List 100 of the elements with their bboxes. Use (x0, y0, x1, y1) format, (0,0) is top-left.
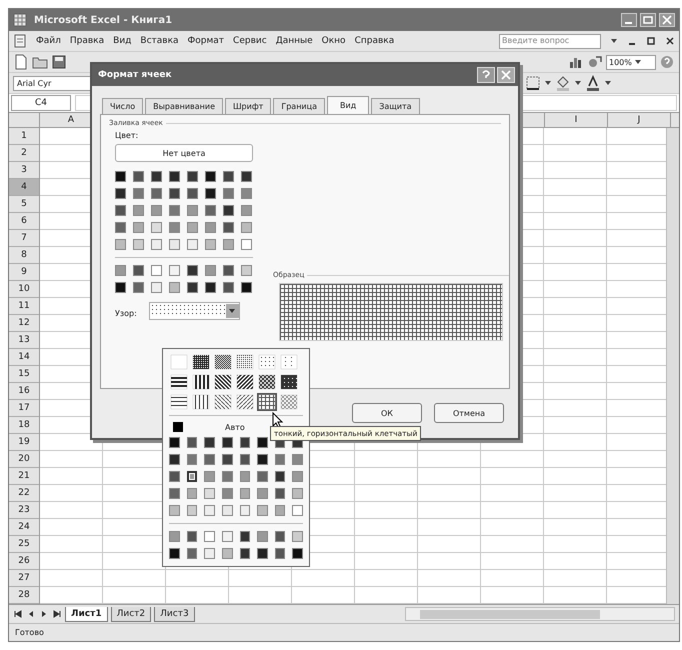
color-swatch[interactable] (204, 488, 215, 499)
color-swatch[interactable] (204, 454, 215, 465)
row-header[interactable]: 1 (9, 128, 39, 145)
color-swatch[interactable] (240, 471, 250, 482)
menu-item[interactable]: Формат (188, 36, 224, 46)
drawing-icon[interactable] (587, 54, 603, 70)
color-swatch[interactable] (133, 282, 144, 293)
row-header[interactable]: 8 (9, 247, 39, 264)
color-swatch[interactable] (223, 239, 234, 250)
row-header[interactable]: 6 (9, 213, 39, 230)
dialog-tab[interactable]: Шрифт (225, 98, 272, 114)
row-header[interactable]: 24 (9, 519, 39, 536)
save-icon[interactable] (51, 54, 67, 70)
pattern-option[interactable] (169, 373, 189, 391)
color-swatch[interactable] (169, 548, 180, 559)
color-swatch[interactable] (187, 265, 198, 276)
color-swatch[interactable] (240, 454, 250, 465)
color-swatch[interactable] (241, 222, 252, 233)
row-header[interactable]: 4 (9, 179, 39, 196)
pattern-dropdown[interactable] (148, 302, 240, 320)
color-swatch[interactable] (169, 239, 180, 250)
dropdown-arrow-icon[interactable] (610, 37, 618, 45)
horizontal-scrollbar[interactable] (405, 607, 675, 621)
color-swatch[interactable] (151, 282, 162, 293)
color-swatch[interactable] (186, 471, 198, 482)
color-swatch[interactable] (241, 265, 252, 276)
auto-label[interactable]: Авто (225, 422, 245, 432)
color-swatch[interactable] (205, 265, 216, 276)
color-swatch[interactable] (240, 437, 250, 448)
row-header[interactable]: 20 (9, 451, 39, 468)
restore-icon[interactable] (646, 36, 656, 46)
color-swatch[interactable] (187, 171, 198, 182)
row-header[interactable]: 11 (9, 298, 39, 315)
color-swatch[interactable] (204, 531, 215, 542)
color-swatch[interactable] (186, 505, 198, 516)
row-header[interactable]: 14 (9, 349, 39, 366)
color-swatch[interactable] (187, 188, 198, 199)
color-swatch[interactable] (241, 171, 252, 182)
row-header[interactable]: 10 (9, 281, 39, 298)
color-swatch[interactable] (204, 505, 215, 516)
color-swatch[interactable] (240, 548, 250, 559)
color-swatch[interactable] (222, 488, 232, 499)
color-swatch[interactable] (240, 531, 250, 542)
color-swatch[interactable] (187, 239, 198, 250)
new-document-icon[interactable] (13, 54, 29, 70)
color-swatch[interactable] (223, 188, 234, 199)
color-swatch[interactable] (133, 171, 144, 182)
last-sheet-icon[interactable] (52, 609, 62, 619)
menu-item[interactable]: Справка (354, 36, 394, 46)
color-swatch[interactable] (222, 505, 232, 516)
color-swatch[interactable] (186, 437, 198, 448)
row-header[interactable]: 18 (9, 417, 39, 434)
color-swatch[interactable] (151, 188, 162, 199)
menu-item[interactable]: Файл (36, 36, 61, 46)
close-icon[interactable] (665, 36, 675, 46)
color-swatch[interactable] (133, 239, 144, 250)
dialog-tab[interactable]: Число (102, 98, 144, 114)
row-header[interactable]: 7 (9, 230, 39, 247)
color-swatch[interactable] (151, 222, 162, 233)
pattern-option[interactable] (235, 353, 255, 371)
row-header[interactable]: 23 (9, 502, 39, 519)
color-swatch[interactable] (292, 505, 303, 516)
color-swatch[interactable] (186, 454, 198, 465)
color-swatch[interactable] (169, 222, 180, 233)
color-swatch[interactable] (169, 488, 180, 499)
color-swatch[interactable] (222, 454, 232, 465)
color-swatch[interactable] (169, 437, 180, 448)
row-header[interactable]: 9 (9, 264, 39, 281)
color-swatch[interactable] (222, 437, 232, 448)
color-swatch[interactable] (186, 548, 198, 559)
color-swatch[interactable] (133, 205, 144, 216)
color-swatch[interactable] (205, 171, 216, 182)
help-icon[interactable] (477, 67, 495, 83)
row-header[interactable]: 21 (9, 468, 39, 485)
color-swatch[interactable] (241, 239, 252, 250)
color-swatch[interactable] (292, 488, 303, 499)
pattern-option[interactable] (235, 393, 255, 411)
color-swatch[interactable] (222, 471, 233, 482)
column-header[interactable]: J (608, 113, 671, 127)
color-swatch[interactable] (292, 471, 303, 482)
color-swatch[interactable] (186, 488, 198, 499)
color-swatch[interactable] (257, 488, 268, 499)
sheet-tab[interactable]: Лист1 (65, 606, 108, 622)
menu-item[interactable]: Данные (276, 36, 313, 46)
color-swatch[interactable] (169, 282, 180, 293)
pattern-option[interactable] (191, 373, 211, 391)
color-swatch[interactable] (151, 265, 162, 276)
pattern-option[interactable] (235, 373, 255, 391)
row-header[interactable]: 27 (9, 570, 39, 587)
color-swatch[interactable] (204, 548, 215, 559)
pattern-option[interactable] (213, 393, 233, 411)
row-header[interactable]: 5 (9, 196, 39, 213)
color-swatch[interactable] (169, 188, 180, 199)
menu-item[interactable]: Вид (113, 36, 132, 46)
color-swatch[interactable] (133, 265, 144, 276)
color-swatch[interactable] (241, 282, 252, 293)
row-header[interactable]: 19 (9, 434, 39, 451)
color-swatch[interactable] (204, 471, 215, 482)
pattern-option[interactable] (213, 353, 233, 371)
color-swatch[interactable] (151, 171, 162, 182)
